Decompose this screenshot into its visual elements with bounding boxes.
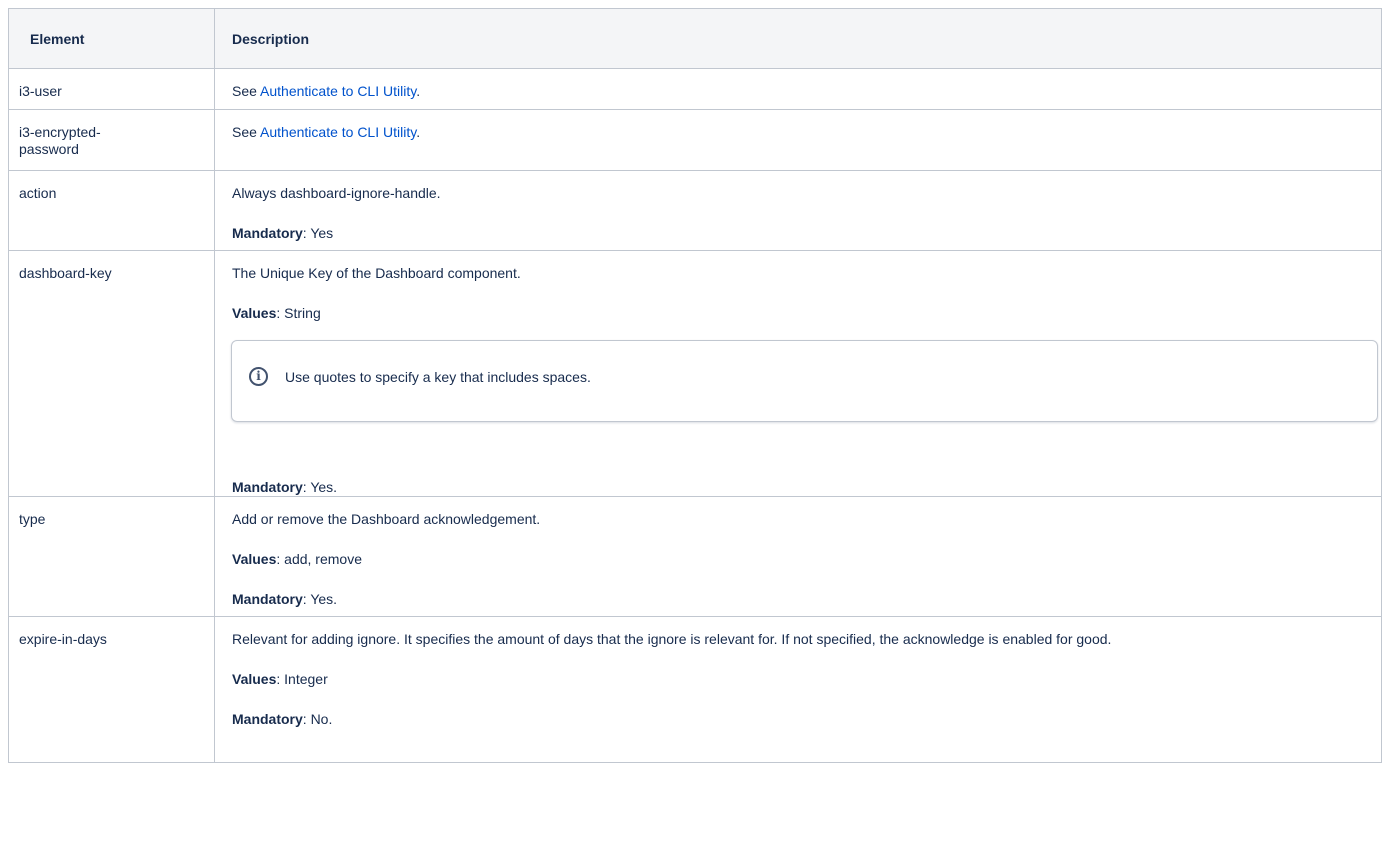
info-panel: i Use quotes to specify a key that inclu… (231, 340, 1378, 422)
mandatory-line: Mandatory: No. (232, 711, 1321, 728)
mandatory-line: Mandatory: Yes (232, 225, 1371, 242)
element-description: See Authenticate to CLI Utility. (214, 109, 1382, 171)
element-name: dashboard-key (8, 250, 215, 497)
element-name: expire-in-days (8, 616, 215, 763)
table-row: i3-user See Authenticate to CLI Utility. (8, 68, 1382, 110)
element-name: i3-user (8, 68, 215, 110)
table-header-row: Element Description (8, 8, 1382, 69)
element-description: See Authenticate to CLI Utility. (214, 68, 1382, 110)
values-value: : String (276, 305, 321, 321)
mandatory-value: : Yes. (302, 591, 338, 607)
mandatory-value: : No. (302, 711, 333, 727)
values-value: : add, remove (276, 551, 362, 567)
element-name: type (8, 496, 215, 617)
mandatory-line: Mandatory: Yes. (232, 591, 1371, 608)
header-description: Description (214, 8, 1382, 69)
mandatory-label: Mandatory (232, 591, 303, 607)
element-description: The Unique Key of the Dashboard componen… (214, 250, 1382, 497)
values-label: Values (232, 671, 277, 687)
values-value: : Integer (276, 671, 328, 687)
values-label: Values (232, 551, 277, 567)
see-suffix: . (416, 83, 421, 99)
see-suffix: . (416, 124, 421, 140)
authenticate-link[interactable]: Authenticate to CLI Utility (260, 83, 416, 99)
table-row: dashboard-key The Unique Key of the Dash… (8, 250, 1382, 497)
values-line: Values: Integer (232, 671, 1321, 688)
table-row: i3-encrypted- password See Authenticate … (8, 109, 1382, 171)
element-description: Add or remove the Dashboard acknowledgem… (214, 496, 1382, 617)
description-text: The Unique Key of the Dashboard componen… (232, 265, 521, 281)
mandatory-value: : Yes (302, 225, 334, 241)
element-name: i3-encrypted- password (8, 109, 215, 171)
mandatory-label: Mandatory (232, 711, 303, 727)
element-description: Always dashboard-ignore-handle. Mandator… (214, 170, 1382, 251)
mandatory-label: Mandatory (232, 479, 303, 495)
see-prefix: See (232, 83, 261, 99)
info-text: Use quotes to specify a key that include… (285, 369, 591, 385)
authenticate-link[interactable]: Authenticate to CLI Utility (260, 124, 416, 140)
element-name: action (8, 170, 215, 251)
mandatory-label: Mandatory (232, 225, 303, 241)
header-element: Element (8, 8, 215, 69)
description-text: Add or remove the Dashboard acknowledgem… (232, 511, 541, 527)
values-line: Values: String (232, 305, 1371, 322)
see-prefix: See (232, 124, 261, 140)
values-line: Values: add, remove (232, 551, 1371, 568)
info-icon: i (249, 367, 268, 386)
table-row: expire-in-days Relevant for adding ignor… (8, 616, 1382, 763)
values-label: Values (232, 305, 277, 321)
table-row: action Always dashboard-ignore-handle. M… (8, 170, 1382, 251)
description-text: Always dashboard-ignore-handle. (232, 185, 441, 201)
mandatory-line: Mandatory: Yes. (232, 479, 1371, 496)
mandatory-value: : Yes. (302, 479, 338, 495)
element-description: Relevant for adding ignore. It specifies… (214, 616, 1382, 763)
parameters-table: Element Description i3-user See Authenti… (8, 8, 1382, 763)
description-text: Relevant for adding ignore. It specifies… (232, 631, 1112, 647)
table-row: type Add or remove the Dashboard acknowl… (8, 496, 1382, 617)
